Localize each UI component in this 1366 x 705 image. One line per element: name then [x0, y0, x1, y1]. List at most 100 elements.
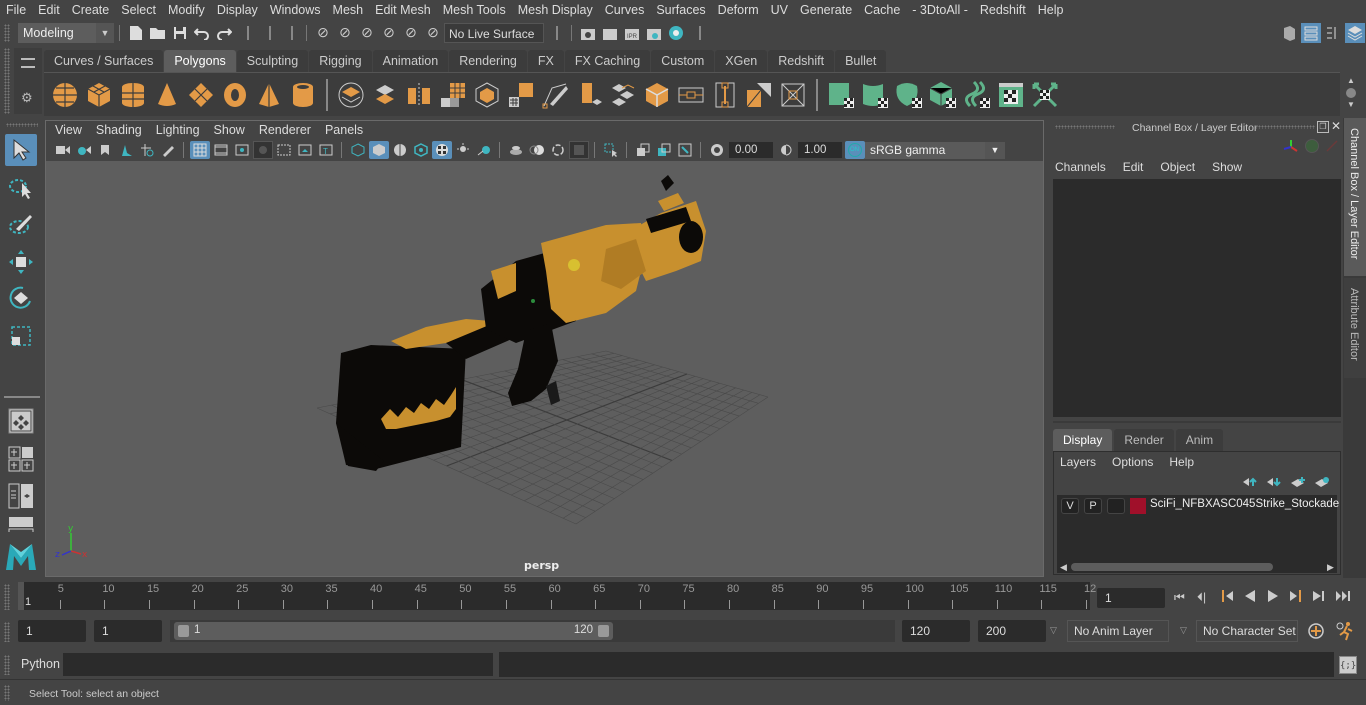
- multisample-aa-icon[interactable]: [548, 141, 568, 159]
- shelf-tab-redshift[interactable]: Redshift: [768, 50, 835, 72]
- range-start-field[interactable]: 1: [18, 620, 86, 642]
- poly-pyramid-icon[interactable]: [254, 80, 284, 110]
- timeline-drag-handle[interactable]: [4, 584, 10, 610]
- menu-uv[interactable]: UV: [765, 0, 794, 20]
- collapse-icon[interactable]: [778, 80, 808, 110]
- ambient-occlusion-icon[interactable]: [506, 141, 526, 159]
- hud-icon[interactable]: [675, 141, 695, 159]
- wireframe-icon[interactable]: [348, 141, 368, 159]
- menu-create[interactable]: Create: [66, 0, 116, 20]
- viewport-menu-shading[interactable]: Shading: [89, 123, 149, 137]
- playback-end-field[interactable]: 120: [902, 620, 970, 642]
- menu-edit[interactable]: Edit: [32, 0, 66, 20]
- combine-icon[interactable]: [336, 80, 366, 110]
- bevel-icon[interactable]: [472, 80, 502, 110]
- motion-blur-icon[interactable]: [527, 141, 547, 159]
- step-forward-key-icon[interactable]: [1289, 589, 1307, 606]
- shelf-tab-rigging[interactable]: Rigging: [309, 50, 372, 72]
- scroll-left-icon[interactable]: ◀: [1060, 562, 1067, 573]
- animation-preferences-icon[interactable]: [1335, 621, 1355, 644]
- poly-torus-icon[interactable]: [220, 80, 250, 110]
- smooth-shade-all-icon[interactable]: [368, 141, 389, 159]
- layer-tab-display[interactable]: Display: [1053, 429, 1113, 451]
- exposure-field[interactable]: 0.00: [729, 142, 773, 158]
- separate-icon[interactable]: [370, 80, 400, 110]
- layout-uv-icon[interactable]: [1030, 80, 1060, 110]
- wireframe-on-shaded-icon[interactable]: [390, 141, 410, 159]
- time-ruler[interactable]: 1 5 10 15 20 25 30 35 40 45 50 55 60 65 70 75 80 85 90 95 1…: [18, 582, 1096, 610]
- shelf-scroll[interactable]: ▲ ▼: [1343, 76, 1359, 112]
- select-camera-icon[interactable]: [53, 141, 73, 159]
- channel-box-toggle-icon[interactable]: [1345, 22, 1365, 43]
- attribute-editor-toggle-icon[interactable]: [1301, 22, 1321, 43]
- layer-menu-options[interactable]: Options: [1112, 455, 1153, 469]
- collapse-toggle[interactable]: [695, 25, 701, 40]
- bridge-icon[interactable]: [574, 80, 604, 110]
- menu-file[interactable]: File: [0, 0, 32, 20]
- scroll-down-icon[interactable]: ▼: [1343, 100, 1359, 110]
- channel-box-menu-edit[interactable]: Edit: [1123, 160, 1144, 174]
- layer-hscrollbar[interactable]: ◀ ▶: [1057, 561, 1337, 573]
- live-surface-field[interactable]: No Live Surface: [444, 22, 544, 43]
- view-transform-dropdown[interactable]: sRGB gamma ▼: [865, 141, 1005, 159]
- open-scene-icon[interactable]: [148, 23, 168, 43]
- xray-joints-icon[interactable]: [633, 141, 653, 159]
- snap-to-curve-icon[interactable]: ⊘: [335, 23, 355, 43]
- uv-editor-icon[interactable]: [996, 80, 1026, 110]
- scroll-thumb[interactable]: [1346, 88, 1356, 98]
- smooth-icon[interactable]: [438, 80, 468, 110]
- extrude-icon[interactable]: [506, 80, 536, 110]
- render-current-frame-icon[interactable]: [600, 23, 620, 43]
- mirror-icon[interactable]: [404, 80, 434, 110]
- new-layer-selected-icon[interactable]: [1314, 476, 1330, 488]
- scroll-thumb[interactable]: [1071, 563, 1273, 571]
- camera-attributes-icon[interactable]: [74, 141, 94, 159]
- menu-mesh-tools[interactable]: Mesh Tools: [437, 0, 512, 20]
- scroll-up-icon[interactable]: ▲: [1343, 76, 1359, 86]
- merge-icon[interactable]: [676, 80, 706, 110]
- poly-sphere-icon[interactable]: [50, 80, 80, 110]
- select-tool-icon[interactable]: [5, 134, 37, 166]
- playback-start-field[interactable]: 1: [94, 620, 162, 642]
- layer-name[interactable]: SciFi_NFBXASC045Strike_Stockade: [1150, 498, 1339, 510]
- anim-layer-dropdown[interactable]: No Anim Layer: [1067, 620, 1169, 642]
- auto-key-icon[interactable]: [1307, 622, 1325, 643]
- rotate-tool-icon[interactable]: [5, 282, 37, 314]
- xray-active-icon[interactable]: [654, 141, 674, 159]
- new-empty-layer-icon[interactable]: [1290, 476, 1306, 488]
- gamma-field[interactable]: 1.00: [798, 142, 842, 158]
- collapse-toggle[interactable]: [243, 25, 249, 40]
- hypershade-icon[interactable]: [666, 23, 686, 43]
- script-editor-icon[interactable]: {;}: [1339, 656, 1357, 674]
- shelf-tab-polygons[interactable]: Polygons: [164, 50, 236, 72]
- menu-select[interactable]: Select: [115, 0, 162, 20]
- command-input[interactable]: [63, 653, 493, 676]
- collapse-toggle[interactable]: [552, 25, 558, 40]
- safe-action-icon[interactable]: [295, 141, 315, 159]
- collapse-toggle[interactable]: [265, 25, 271, 40]
- pin-icon[interactable]: [1326, 140, 1338, 152]
- move-tool-icon[interactable]: [5, 246, 37, 278]
- move-layer-up-icon[interactable]: [1242, 476, 1258, 488]
- persp-outliner-layout-icon[interactable]: [5, 480, 37, 512]
- viewport-menu-renderer[interactable]: Renderer: [252, 123, 318, 137]
- menu-windows[interactable]: Windows: [264, 0, 327, 20]
- current-time-indicator[interactable]: [18, 582, 24, 610]
- quad-draw-icon[interactable]: [744, 80, 774, 110]
- viewport-menu-lighting[interactable]: Lighting: [149, 123, 207, 137]
- poly-pipe-icon[interactable]: [288, 80, 318, 110]
- play-forwards-icon[interactable]: [1266, 589, 1284, 606]
- xray-icon[interactable]: [411, 141, 431, 159]
- single-perspective-layout-icon[interactable]: [5, 405, 37, 437]
- character-set-dropdown[interactable]: No Character Set: [1196, 620, 1298, 642]
- merge-center-icon[interactable]: [710, 80, 740, 110]
- isolate-select-icon[interactable]: [601, 141, 621, 159]
- command-language-toggle[interactable]: Python: [21, 657, 60, 671]
- snap-to-point-icon[interactable]: ⊘: [357, 23, 377, 43]
- help-drag-handle[interactable]: [4, 685, 10, 701]
- drag-handle[interactable]: [4, 23, 10, 42]
- menu-3dtoall[interactable]: - 3DtoAll -: [906, 0, 974, 20]
- film-gate-icon[interactable]: [211, 141, 231, 159]
- range-drag-handle[interactable]: [4, 622, 10, 642]
- play-backwards-icon[interactable]: [1243, 589, 1261, 606]
